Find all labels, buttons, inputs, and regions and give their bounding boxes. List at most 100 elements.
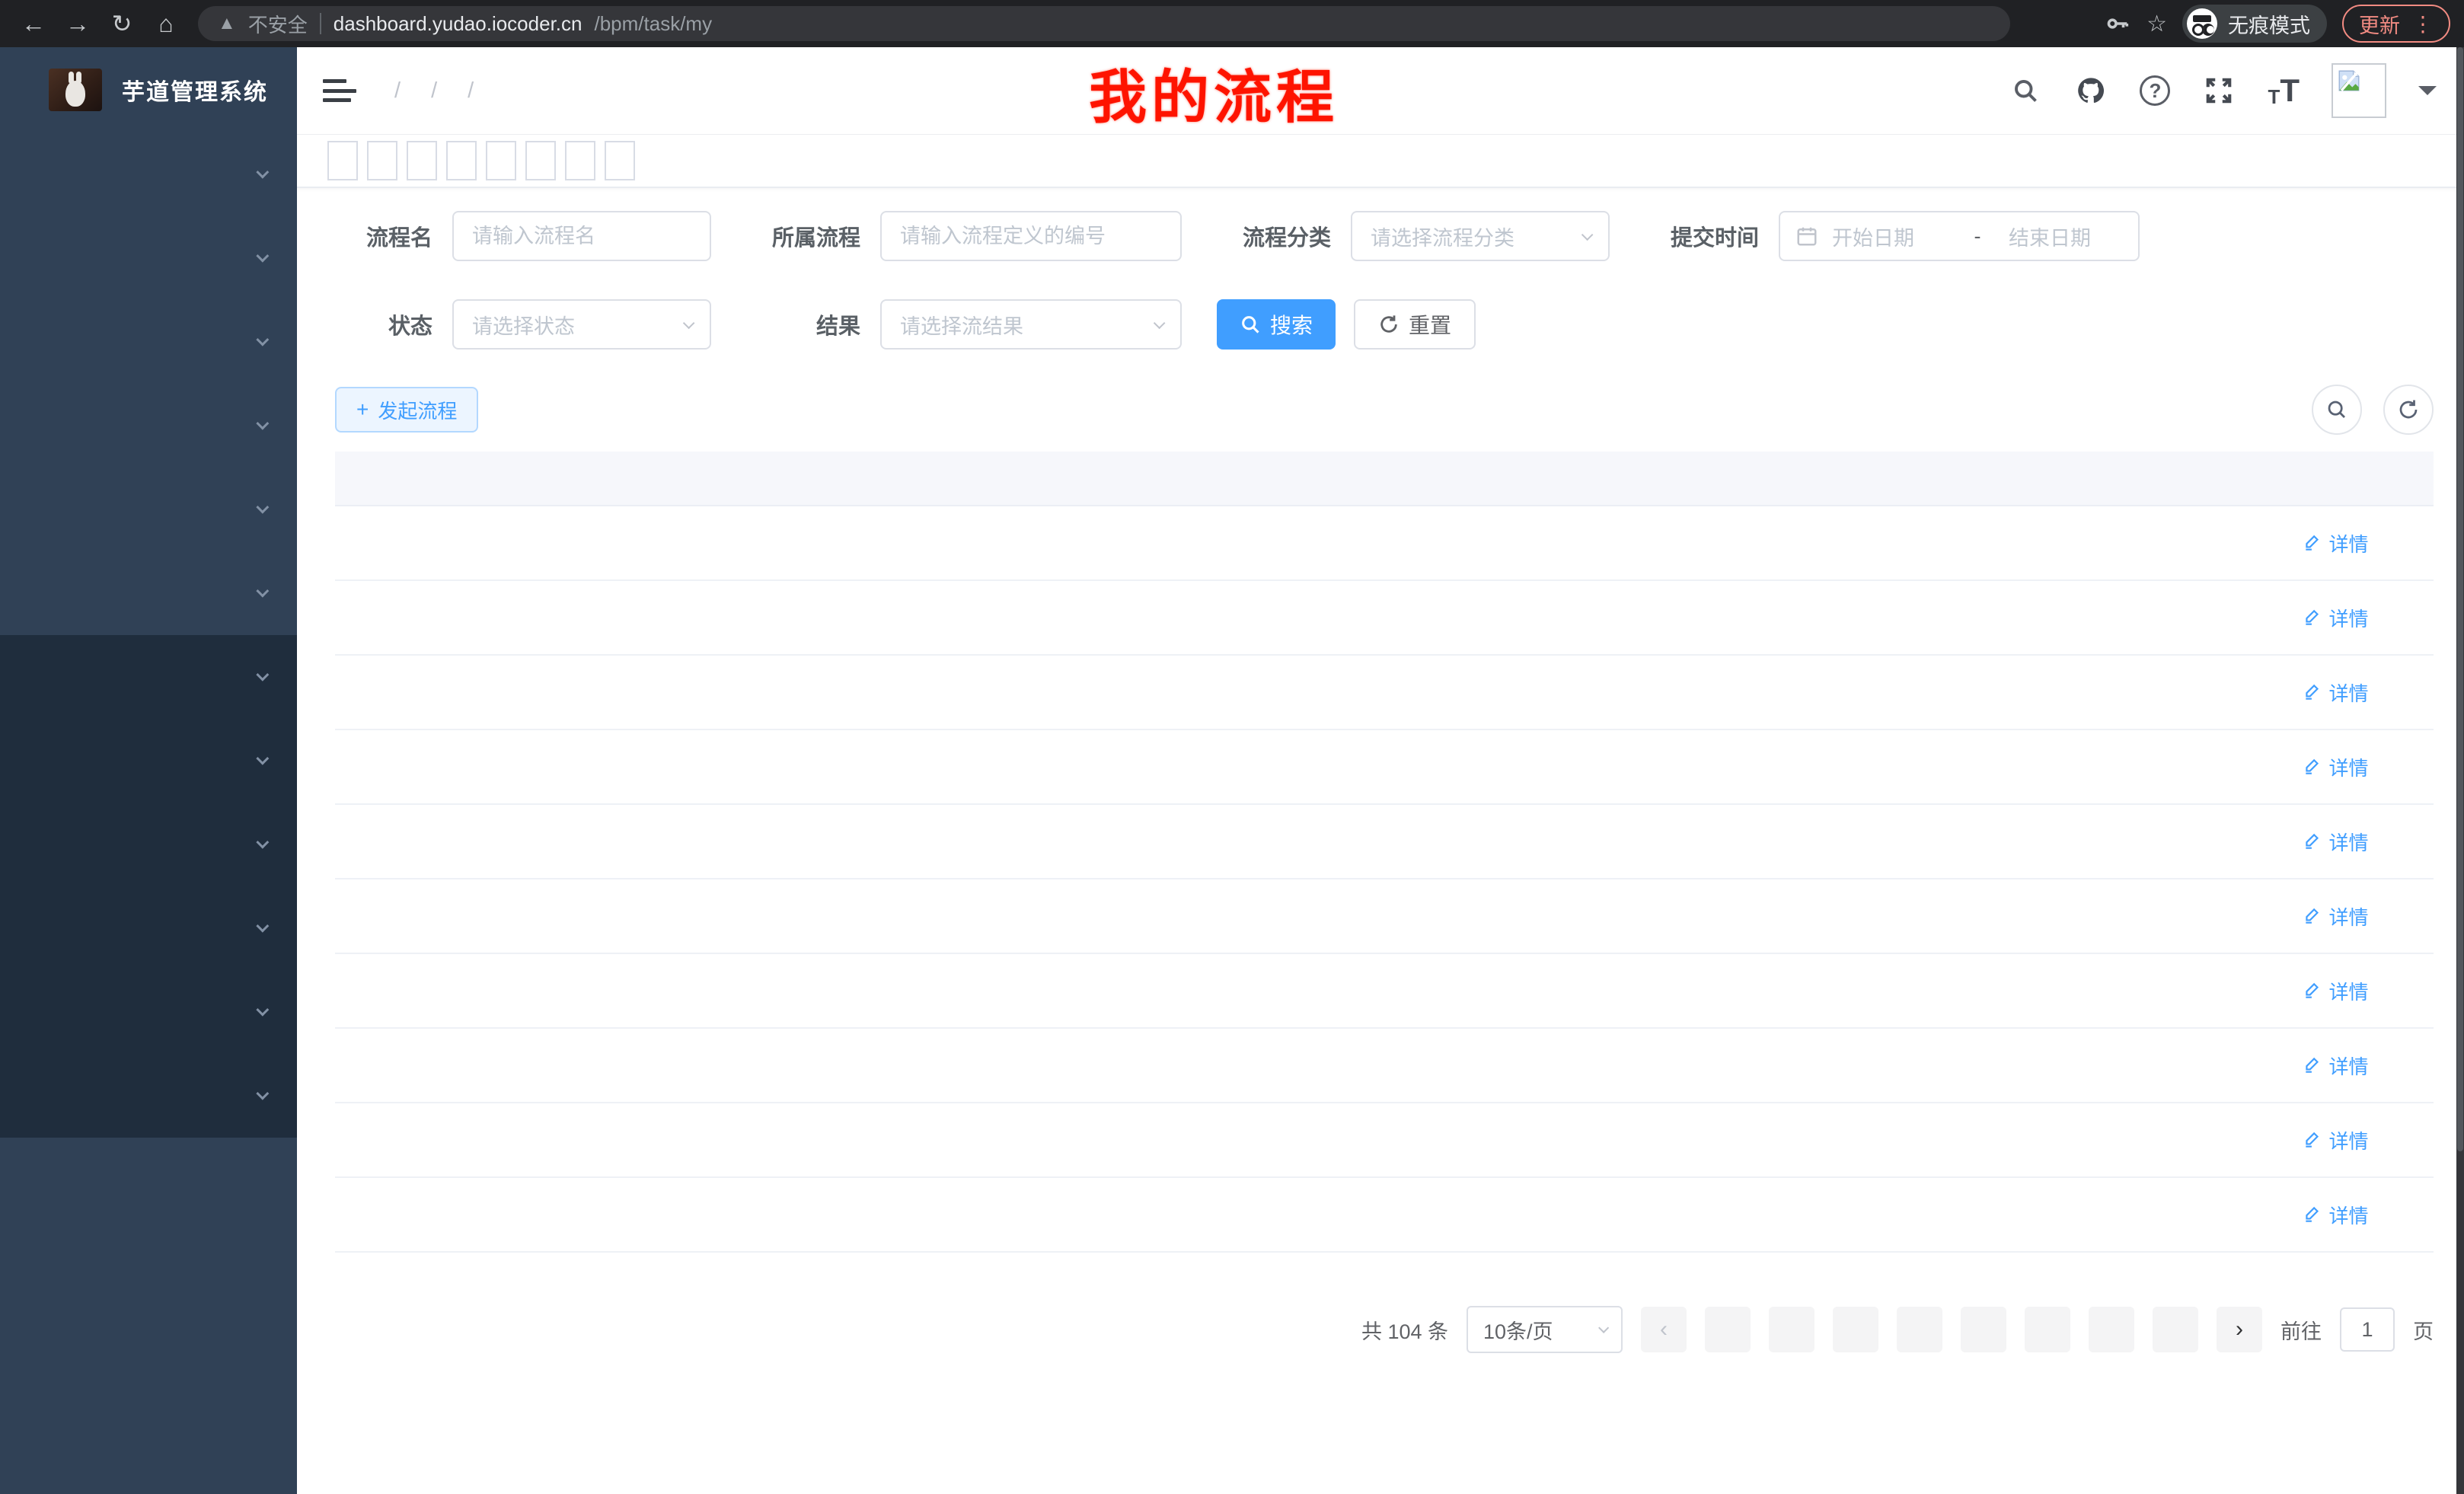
detail-action-link[interactable]: 详情	[2303, 1126, 2368, 1154]
page-scrollbar[interactable]	[2456, 47, 2464, 1494]
submit-time-range-picker[interactable]: 开始日期 - 结束日期	[1779, 211, 2140, 261]
page-number-button[interactable]	[1833, 1307, 1878, 1352]
browser-menu-icon[interactable]: ⋮	[2412, 11, 2434, 37]
url-divider	[320, 13, 321, 34]
result-badge	[1612, 1044, 1639, 1082]
browser-update-button[interactable]: 更新 ⋮	[2342, 5, 2450, 43]
page-number-button[interactable]	[2089, 1307, 2134, 1352]
search-icon[interactable]	[2009, 74, 2042, 107]
sidebar-item[interactable]	[0, 132, 297, 216]
status-badge	[1441, 820, 1468, 858]
detail-action-link[interactable]: 详情	[2303, 977, 2368, 1005]
end-date-placeholder: 结束日期	[2009, 222, 2123, 251]
category-select[interactable]: 请选择流程分类	[1351, 211, 1610, 261]
table-row: 取消 详情	[335, 879, 2434, 954]
pencil-icon	[2303, 1055, 2322, 1075]
view-tab[interactable]: ×	[446, 141, 477, 180]
bookmark-star-icon[interactable]: ☆	[2146, 11, 2167, 37]
view-tab[interactable]: ×	[525, 141, 556, 180]
sidebar-subitem[interactable]	[0, 970, 297, 1054]
detail-action-link[interactable]: 详情	[2303, 828, 2368, 856]
browser-reload-icon[interactable]: ↻	[102, 4, 142, 43]
sidebar: 芋道管理系统	[0, 47, 297, 1494]
process-name-input[interactable]	[452, 211, 711, 261]
sidebar-subitem[interactable]	[0, 1054, 297, 1138]
chevron-down-icon	[1581, 228, 1594, 241]
next-page-button[interactable]: ›	[2217, 1307, 2262, 1352]
sidebar-item[interactable]	[0, 216, 297, 300]
range-separator: -	[1960, 225, 1995, 248]
process-name-label: 流程名	[335, 220, 432, 252]
start-date-placeholder: 开始日期	[1832, 222, 1946, 251]
browser-forward-icon[interactable]: →	[58, 4, 97, 43]
status-select[interactable]: 请选择状态	[452, 299, 711, 350]
sidebar-item[interactable]	[0, 384, 297, 468]
view-tab[interactable]: ×	[367, 141, 397, 180]
page-number-button[interactable]	[2025, 1307, 2070, 1352]
avatar-caret-icon[interactable]	[2418, 86, 2437, 104]
sidebar-subitem[interactable]	[0, 803, 297, 886]
page-number-button[interactable]	[1705, 1307, 1751, 1352]
detail-action-link[interactable]: 详情	[2303, 753, 2368, 781]
page-number-button[interactable]	[2153, 1307, 2198, 1352]
prev-page-button[interactable]: ‹	[1641, 1307, 1687, 1352]
fullscreen-icon[interactable]	[2202, 74, 2236, 107]
filter-row-1: 流程名 所属流程 流程分类 请选择流程分类 提交时间	[335, 211, 2434, 261]
pencil-icon	[2303, 1205, 2322, 1224]
view-tab[interactable]: ×	[605, 141, 635, 180]
browser-home-icon[interactable]: ⌂	[146, 4, 186, 43]
detail-action-link[interactable]: 详情	[2303, 902, 2368, 931]
create-process-button[interactable]: + 发起流程	[335, 387, 478, 433]
chevron-icon	[256, 1087, 269, 1100]
sidebar-subitem[interactable]	[0, 635, 297, 719]
github-icon[interactable]	[2074, 74, 2108, 107]
page-number-button[interactable]	[1897, 1307, 1942, 1352]
chevron-icon	[256, 836, 269, 849]
sidebar-subitem[interactable]	[0, 886, 297, 970]
view-tab[interactable]: ×	[327, 141, 358, 180]
detail-action-link[interactable]: 详情	[2303, 678, 2368, 707]
reset-button[interactable]: 重置	[1354, 299, 1476, 350]
detail-action-link[interactable]: 详情	[2303, 529, 2368, 557]
page-size-select[interactable]: 10条/页	[1467, 1306, 1623, 1353]
table-row: 取消 详情	[335, 1178, 2434, 1253]
view-tab[interactable]: ×	[486, 141, 516, 180]
refresh-table-button[interactable]	[2383, 385, 2434, 435]
chevron-icon	[256, 501, 269, 514]
detail-action-link[interactable]: 详情	[2303, 1052, 2368, 1080]
browser-back-icon[interactable]: ←	[14, 4, 53, 43]
password-key-icon[interactable]	[2104, 10, 2131, 37]
breadcrumb-item[interactable]	[452, 78, 489, 104]
table-header-row	[335, 452, 2434, 506]
page-number-button[interactable]	[1769, 1307, 1814, 1352]
sidebar-toggle-icon[interactable]	[323, 77, 356, 104]
toggle-search-button[interactable]	[2312, 385, 2362, 435]
search-button[interactable]: 搜索	[1217, 299, 1336, 350]
avatar[interactable]	[2332, 63, 2386, 118]
chevron-down-icon	[1154, 317, 1166, 329]
breadcrumb-item[interactable]	[416, 78, 452, 104]
sidebar-submenu	[0, 635, 297, 1138]
process-def-input[interactable]	[880, 211, 1182, 261]
not-secure-icon[interactable]: ▲	[218, 13, 236, 34]
sidebar-item[interactable]	[0, 468, 297, 551]
view-tab[interactable]: ×	[407, 141, 437, 180]
process-def-label: 所属流程	[746, 220, 860, 252]
result-select[interactable]: 请选择流结果	[880, 299, 1182, 350]
goto-page-input[interactable]	[2340, 1307, 2395, 1352]
not-secure-label: 不安全	[248, 10, 308, 38]
sidebar-item[interactable]	[0, 300, 297, 384]
view-tab[interactable]: ×	[565, 141, 595, 180]
breadcrumb-item[interactable]	[379, 78, 416, 104]
pencil-icon	[2303, 757, 2322, 777]
sidebar-subitem[interactable]	[0, 719, 297, 803]
sidebar-item[interactable]	[0, 551, 297, 635]
help-icon[interactable]	[2140, 75, 2170, 106]
sidebar-logo-row[interactable]: 芋道管理系统	[0, 47, 297, 132]
detail-action-link[interactable]: 详情	[2303, 1201, 2368, 1229]
address-bar[interactable]: ▲ 不安全 dashboard.yudao.iocoder.cn/bpm/tas…	[198, 6, 2010, 41]
page-number-button[interactable]	[1961, 1307, 2006, 1352]
table-row: 取消 详情	[335, 1029, 2434, 1103]
detail-action-link[interactable]: 详情	[2303, 604, 2368, 632]
font-size-icon[interactable]	[2268, 72, 2300, 109]
